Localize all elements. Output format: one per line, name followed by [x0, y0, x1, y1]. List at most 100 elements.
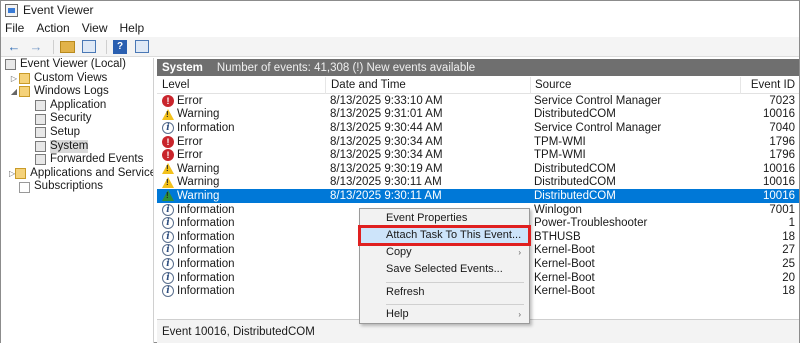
table-row[interactable]: ! Error 8/13/2025 9:30:34 AM TPM-WMI 1796 — [157, 135, 799, 149]
info-icon: i — [162, 244, 174, 257]
menu-item-event-properties[interactable]: Event Properties — [360, 210, 529, 227]
cell-source: Kernel-Boot — [534, 257, 595, 270]
cell-source: Kernel-Boot — [534, 285, 595, 298]
tree-item-label: Applications and Services Log — [30, 166, 153, 179]
tree-item-subscriptions[interactable]: Subscriptions — [1, 180, 153, 194]
show-hide-tree-icon[interactable] — [80, 39, 98, 55]
error-icon: ! — [162, 149, 174, 162]
cell-level-text: Warning — [177, 162, 220, 175]
table-row[interactable]: Warning 8/13/2025 9:31:01 AM DistributedCO… — [157, 108, 799, 122]
subscriptions-icon — [19, 181, 30, 193]
column-header-level[interactable]: Level — [157, 79, 325, 91]
cell-date: 8/13/2025 9:33:10 AM — [330, 94, 443, 107]
menu-action[interactable]: Action — [36, 21, 69, 35]
expand-icon[interactable]: ▷ — [9, 72, 19, 86]
cell-level-text: Information — [177, 244, 235, 257]
tree-item-label: Security — [50, 112, 92, 125]
cell-event-id: 1796 — [769, 149, 795, 162]
tree-item-label: System — [50, 139, 89, 154]
cell-level-text: Warning — [177, 189, 220, 202]
menu-item-save-selected-events[interactable]: Save Selected Events... — [360, 261, 529, 278]
tree-item-root[interactable]: Event Viewer (Local) — [1, 58, 153, 72]
cell-level: i Information — [157, 285, 325, 298]
column-header-source[interactable]: Source — [530, 77, 740, 94]
cell-event-id: 27 — [782, 244, 795, 257]
column-header-date[interactable]: Date and Time — [325, 77, 530, 94]
menu-file[interactable]: File — [5, 21, 24, 35]
tree-item-setup[interactable]: Setup — [1, 126, 153, 140]
collapse-icon[interactable]: ◢ — [9, 85, 19, 99]
info-icon: i — [162, 203, 174, 216]
table-row[interactable]: Warning 8/13/2025 9:30:11 AM DistributedCO… — [157, 176, 799, 190]
cell-level-text: Error — [177, 135, 203, 148]
tree-item-security[interactable]: Security — [1, 112, 153, 126]
cell-date: 8/13/2025 9:30:34 AM — [330, 135, 443, 148]
menu-bar: File Action View Help — [1, 19, 799, 37]
cell-source: BTHUSB — [534, 230, 581, 243]
column-header-event-id[interactable]: Event ID — [740, 77, 799, 94]
log-icon — [35, 127, 46, 139]
cell-source: Kernel-Boot — [534, 244, 595, 257]
cell-level: i Information — [157, 244, 325, 257]
menu-item-refresh[interactable]: Refresh — [360, 284, 529, 301]
cell-level-text: Error — [177, 94, 203, 107]
menu-item-label: Event Properties — [386, 212, 468, 224]
tree-item-label: Windows Logs — [34, 85, 109, 98]
help-icon[interactable]: ? — [111, 39, 129, 55]
warning-icon — [162, 163, 174, 175]
info-icon: i — [162, 285, 174, 298]
log-icon — [35, 100, 46, 112]
menu-view[interactable]: View — [82, 21, 108, 35]
menu-item-label: Save Selected Events... — [386, 263, 503, 275]
cell-event-id: 7001 — [769, 203, 795, 216]
table-row[interactable]: Warning 8/13/2025 9:30:11 AM DistributedCO… — [157, 189, 799, 203]
log-title: System — [162, 61, 203, 74]
error-icon: ! — [162, 135, 174, 148]
menu-item-help[interactable]: Help › — [360, 306, 529, 323]
tree-item-application[interactable]: Application — [1, 99, 153, 113]
tree-item-forwarded-events[interactable]: Forwarded Events — [1, 153, 153, 167]
menu-separator — [386, 304, 524, 305]
table-row[interactable]: ! Error 8/13/2025 9:33:10 AM Service Contro… — [157, 94, 799, 108]
table-row[interactable]: Warning 8/13/2025 9:30:19 AM DistributedCO… — [157, 162, 799, 176]
cell-level: i Information — [157, 257, 325, 270]
cell-level-text: Information — [177, 121, 235, 134]
cell-level: i Information — [157, 121, 325, 134]
cell-level: Warning — [157, 163, 325, 175]
tree-item-apps-services[interactable]: ▷ Applications and Services Log — [1, 167, 153, 181]
log-icon — [35, 140, 46, 152]
event-count: Number of events: 41,308 (!) New events … — [216, 61, 476, 74]
cell-level: ! Error — [157, 94, 325, 107]
menu-item-copy[interactable]: Copy › — [360, 244, 529, 261]
cell-event-id: 7023 — [769, 94, 795, 107]
cell-event-id: 10016 — [763, 162, 795, 175]
title-bar: Event Viewer — [1, 1, 799, 19]
properties-icon[interactable] — [133, 39, 151, 55]
forward-arrow-icon[interactable]: → — [27, 39, 45, 55]
menu-item-label: Copy — [386, 246, 412, 258]
tree-item-windows-logs[interactable]: ◢ Windows Logs — [1, 85, 153, 99]
table-row[interactable]: i Information 8/13/2025 9:30:44 AM Service … — [157, 121, 799, 135]
toolbar: ← → ? — [1, 37, 799, 57]
cell-date: 8/13/2025 9:30:19 AM — [330, 162, 443, 175]
menu-help[interactable]: Help — [120, 21, 145, 35]
table-row[interactable]: ! Error 8/13/2025 9:30:34 AM TPM-WMI 1796 — [157, 148, 799, 162]
up-folder-icon[interactable] — [58, 39, 76, 55]
selected-event-summary: Event 10016, DistributedCOM — [162, 325, 315, 338]
tree-item-system[interactable]: System — [1, 139, 153, 154]
cell-event-id: 10016 — [763, 176, 795, 189]
cell-event-id: 1 — [788, 217, 795, 230]
menu-item-attach-task[interactable]: Attach Task To This Event... — [358, 225, 531, 246]
cell-source: TPM-WMI — [534, 135, 586, 148]
folder-icon — [19, 72, 30, 84]
info-icon: i — [162, 217, 174, 230]
cell-event-id: 10016 — [763, 189, 795, 202]
tree-item-label: Application — [50, 98, 107, 111]
warning-icon — [162, 176, 174, 188]
folder-icon — [15, 168, 27, 180]
cell-level-text: Information — [177, 271, 235, 284]
log-icon — [35, 154, 46, 166]
cell-source: DistributedCOM — [534, 162, 616, 175]
tree-item-custom-views[interactable]: ▷ Custom Views — [1, 72, 153, 86]
back-arrow-icon[interactable]: ← — [5, 39, 23, 55]
